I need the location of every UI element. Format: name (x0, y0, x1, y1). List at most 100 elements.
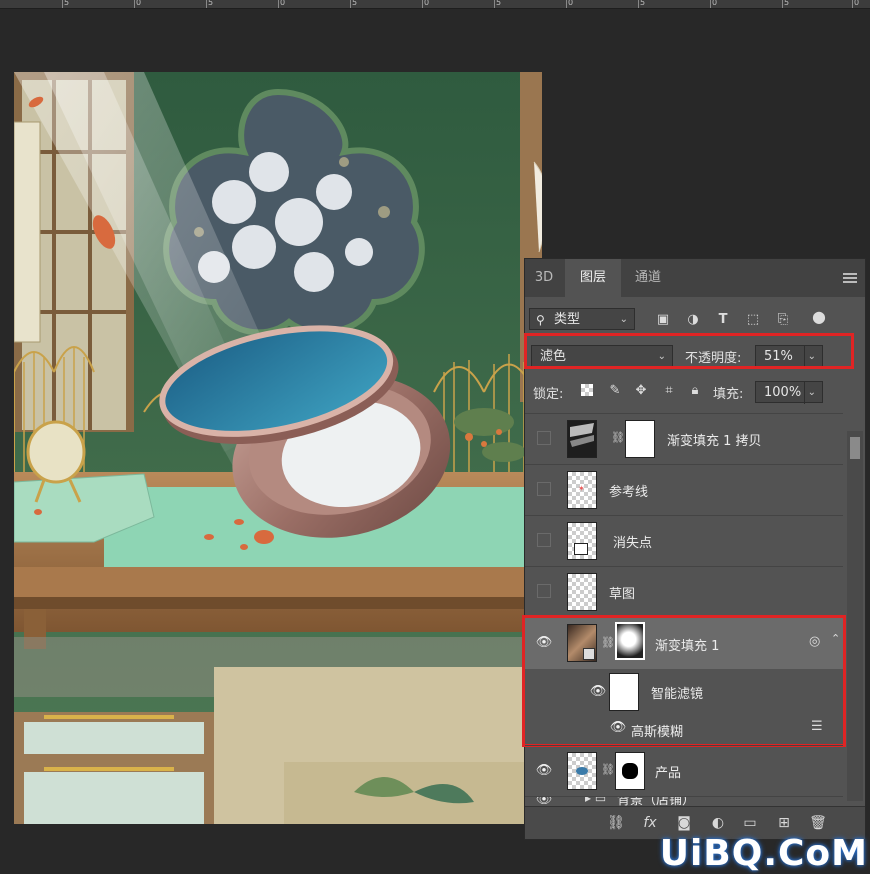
layer-name[interactable]: 智能滤镜 (651, 683, 703, 702)
layer-mask-thumbnail[interactable] (615, 752, 645, 790)
visibility-toggle[interactable] (537, 431, 551, 445)
layer-row[interactable]: 草图 (525, 566, 843, 617)
chain-link-icon[interactable]: ⛓ (601, 763, 615, 776)
fill-value: 100% (764, 385, 802, 400)
smart-filters-row[interactable]: 👁︎ 智能滤镜 (525, 669, 843, 715)
new-layer-icon[interactable]: ⊞ (775, 814, 793, 832)
filter-mask-thumbnail[interactable] (609, 673, 639, 711)
gradient-thumbnail-icon (570, 423, 594, 447)
chevron-down-icon: ⌄ (657, 351, 666, 362)
tab-layers[interactable]: 图层 (565, 259, 621, 297)
eye-icon[interactable]: 👁︎ (609, 719, 627, 737)
type-icon[interactable]: T (715, 312, 731, 328)
layer-mask-thumbnail[interactable] (625, 420, 655, 458)
layer-name[interactable]: 高斯模糊 (631, 721, 683, 740)
filter-kind-label: 类型 (554, 312, 581, 327)
layer-row-selected[interactable]: 👁︎ ⛓ 渐变填充 1 ◎ ⌃ (525, 617, 843, 669)
blend-mode-value: 滤色 (540, 349, 567, 364)
chain-link-icon[interactable]: ⛓ (611, 431, 625, 444)
tab-channels[interactable]: 通道 (623, 259, 673, 297)
move-icon[interactable]: ✥ (633, 383, 649, 399)
ruler-label: 0 (854, 0, 860, 7)
fill-input[interactable]: 100% ⌄ (755, 381, 823, 404)
opacity-input[interactable]: 51% ⌄ (755, 345, 823, 368)
ruler-label: 0 (136, 0, 142, 7)
ruler-label: 0 (280, 0, 286, 7)
layer-thumbnail (567, 573, 597, 611)
ruler-label: 5 (496, 0, 502, 7)
opacity-label: 不透明度: (685, 351, 742, 366)
layer-row[interactable]: ✶ 参考线 (525, 464, 843, 515)
artboard-icon[interactable]: ⌗ (661, 383, 677, 399)
blend-opacity-row: 滤色 ⌄ 不透明度: 51% ⌄ (525, 343, 865, 368)
chain-link-icon[interactable]: ⛓ (601, 636, 615, 649)
filter-kind-select[interactable]: ⚲ 类型 ⌄ (529, 308, 635, 330)
layer-name[interactable]: 参考线 (609, 481, 648, 500)
filter-toggle-icon[interactable]: ● (811, 309, 827, 325)
fx-icon[interactable]: fx (641, 814, 659, 832)
layer-row[interactable]: 消失点 (525, 515, 843, 566)
checker-icon[interactable] (581, 384, 593, 396)
layer-row[interactable]: ⛓ 渐变填充 1 拷贝 (525, 413, 843, 464)
eye-icon[interactable]: 👁︎ (535, 634, 553, 652)
smart-object-badge-icon (583, 648, 595, 660)
ruler-label: 5 (640, 0, 646, 7)
filter-options-icon[interactable]: ☰ (811, 719, 823, 734)
chevron-down-icon: ⌄ (803, 346, 816, 368)
layer-mask-thumbnail[interactable] (615, 622, 645, 660)
smart-filter-badge-icon: ◎ (809, 634, 821, 649)
eye-icon[interactable]: 👁︎ (535, 762, 553, 780)
image-icon[interactable]: ▣ (655, 312, 671, 328)
adjustment-layer-icon[interactable]: ◐ (709, 814, 727, 832)
ruler-label: 5 (352, 0, 358, 7)
layer-name[interactable]: 渐变填充 1 拷贝 (667, 430, 762, 449)
chevron-down-icon: ⌄ (619, 314, 628, 325)
layer-thumbnail (567, 522, 597, 560)
fill-label: 填充: (713, 387, 744, 402)
product-thumbnail-icon (576, 767, 588, 775)
lock-icon[interactable]: 🔒︎ (687, 383, 703, 399)
layer-thumbnail (567, 624, 597, 662)
top-ruler: 5 0 5 0 5 0 5 0 5 0 5 0 (0, 0, 870, 9)
collapse-arrow-icon[interactable]: ⌃ (831, 632, 840, 645)
ruler-label: 0 (712, 0, 718, 7)
group-folder-icon: ▸ ▭ (585, 796, 607, 805)
visibility-toggle[interactable] (537, 482, 551, 496)
layer-name[interactable]: 草图 (609, 583, 635, 602)
panel-menu-icon[interactable] (843, 273, 857, 283)
smart-object-icon[interactable]: ⎘ (775, 312, 791, 328)
layer-name[interactable]: 渐变填充 1 (655, 635, 719, 654)
lock-label: 锁定: (533, 387, 564, 402)
ruler-label: 5 (208, 0, 214, 7)
scrollbar-thumb[interactable] (850, 437, 860, 459)
layer-name[interactable]: 产品 (655, 762, 681, 781)
document-canvas[interactable] (14, 72, 542, 824)
vanishing-point-icon (574, 543, 588, 555)
search-icon: ⚲ (536, 313, 545, 327)
ruler-label: 0 (568, 0, 574, 7)
brush-icon[interactable]: ✎ (607, 383, 623, 399)
eye-icon[interactable]: 👁︎ (589, 683, 607, 701)
layer-filter-row: ⚲ 类型 ⌄ ▣ ◑ T ⬚ ⎘ ● (525, 307, 865, 331)
adjustment-icon[interactable]: ◑ (685, 312, 701, 328)
layers-scrollbar[interactable] (847, 431, 863, 801)
layer-thumbnail: ✶ (567, 471, 597, 509)
layer-thumbnail (567, 420, 597, 458)
folder-icon[interactable]: ▭ (741, 814, 759, 832)
visibility-toggle[interactable] (537, 533, 551, 547)
shape-icon[interactable]: ⬚ (745, 312, 761, 328)
blend-mode-select[interactable]: 滤色 ⌄ (531, 345, 673, 367)
layer-name[interactable]: 消失点 (613, 532, 652, 551)
guide-marker-icon: ✶ (578, 484, 585, 493)
mask-icon[interactable]: ◙ (675, 814, 693, 832)
link-icon[interactable]: ⛓ (607, 814, 625, 832)
tab-3d[interactable]: 3D (525, 259, 563, 297)
visibility-toggle[interactable] (537, 584, 551, 598)
filter-effect-row[interactable]: 👁︎ 高斯模糊 ☰ (525, 715, 843, 743)
artwork-illustration (14, 72, 542, 824)
layer-row[interactable]: 👁︎ ⛓ 产品 (525, 745, 843, 796)
trash-icon[interactable]: 🗑︎ (809, 814, 827, 832)
site-watermark: UiBQ.CoM (659, 833, 868, 874)
ruler-label: 5 (784, 0, 790, 7)
layers-panel: 3D 图层 通道 ⚲ 类型 ⌄ ▣ ◑ T ⬚ ⎘ ● 滤色 ⌄ 不透明度: 5… (522, 258, 866, 840)
